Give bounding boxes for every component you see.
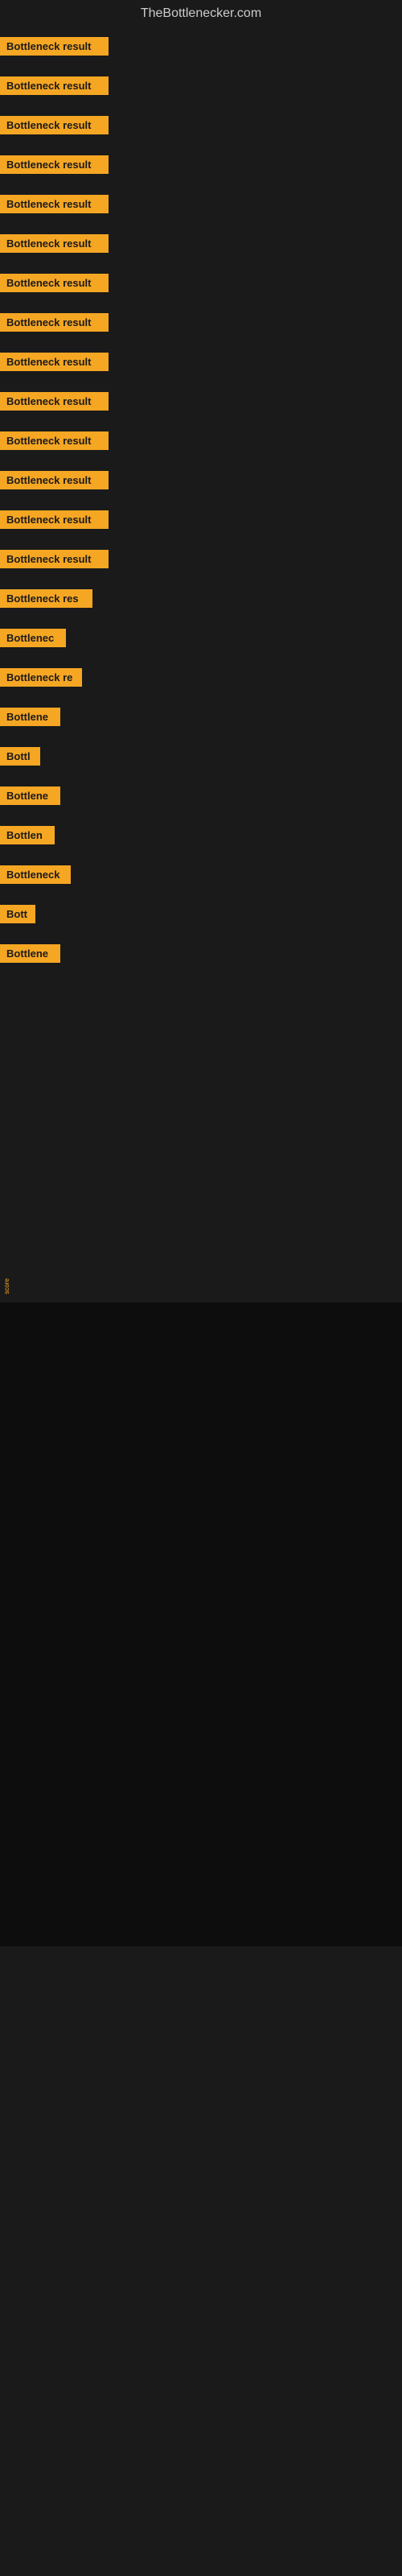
bar-row: Bottleneck result — [0, 464, 402, 496]
bar-row: Bottl — [0, 741, 402, 772]
score-label-area: score — [0, 980, 402, 1302]
bottleneck-bar[interactable]: Bottleneck result — [0, 274, 109, 292]
bottleneck-bar[interactable]: Bottleneck result — [0, 76, 109, 95]
bar-row: Bottleneck result — [0, 307, 402, 338]
bar-row: Bottlene — [0, 701, 402, 733]
bottleneck-bar[interactable]: Bottleneck result — [0, 392, 109, 411]
bottleneck-bar[interactable]: Bottlenec — [0, 629, 66, 647]
bottleneck-bar[interactable]: Bottleneck result — [0, 116, 109, 134]
bottleneck-bar[interactable]: Bottleneck — [0, 865, 71, 884]
bottleneck-bar[interactable]: Bott — [0, 905, 35, 923]
site-title: TheBottlenecker.com — [0, 0, 402, 27]
bar-row: Bottleneck result — [0, 543, 402, 575]
bottleneck-bar[interactable]: Bottlene — [0, 786, 60, 805]
bottleneck-bar[interactable]: Bottlene — [0, 944, 60, 963]
bottleneck-bar[interactable]: Bottleneck result — [0, 550, 109, 568]
bars-container: Bottleneck result Bottleneck result Bottle… — [0, 27, 402, 980]
bar-row: Bottleneck result — [0, 31, 402, 62]
bar-row: Bottlene — [0, 780, 402, 811]
bar-row: Bottlenec — [0, 622, 402, 654]
bar-row: Bottleneck re — [0, 662, 402, 693]
bar-row: Bottleneck result — [0, 149, 402, 180]
bottleneck-bar[interactable]: Bottlene — [0, 708, 60, 726]
bar-row: Bott — [0, 898, 402, 930]
bottleneck-bar[interactable]: Bottleneck result — [0, 37, 109, 56]
bar-row: Bottleneck result — [0, 188, 402, 220]
bottleneck-bar[interactable]: Bottleneck result — [0, 353, 109, 371]
bar-row: Bottleneck result — [0, 386, 402, 417]
bar-row: Bottleneck result — [0, 504, 402, 535]
site-header: TheBottlenecker.com — [0, 0, 402, 27]
bottleneck-bar[interactable]: Bottleneck result — [0, 195, 109, 213]
bar-row: Bottlene — [0, 938, 402, 969]
bottleneck-bar[interactable]: Bottleneck result — [0, 313, 109, 332]
bar-row: Bottleneck result — [0, 267, 402, 299]
bottleneck-bar[interactable]: Bottleneck res — [0, 589, 92, 608]
bottleneck-bar[interactable]: Bottlen — [0, 826, 55, 844]
bottleneck-bar[interactable]: Bottl — [0, 747, 40, 766]
bottleneck-bar[interactable]: Bottleneck result — [0, 234, 109, 253]
bottleneck-bar[interactable]: Bottleneck result — [0, 431, 109, 450]
bottleneck-bar[interactable]: Bottleneck result — [0, 471, 109, 489]
bottleneck-bar[interactable]: Bottleneck result — [0, 510, 109, 529]
bar-row: Bottleneck result — [0, 346, 402, 378]
bar-row: Bottleneck result — [0, 70, 402, 101]
score-label: score — [3, 1278, 10, 1294]
bar-row: Bottlen — [0, 819, 402, 851]
bottleneck-bar[interactable]: Bottleneck result — [0, 155, 109, 174]
bar-row: Bottleneck result — [0, 228, 402, 259]
bar-row: Bottleneck res — [0, 583, 402, 614]
bar-row: Bottleneck — [0, 859, 402, 890]
bar-row: Bottleneck result — [0, 109, 402, 141]
bottleneck-bar[interactable]: Bottleneck re — [0, 668, 82, 687]
dark-section — [0, 1302, 402, 1946]
bar-row: Bottleneck result — [0, 425, 402, 456]
